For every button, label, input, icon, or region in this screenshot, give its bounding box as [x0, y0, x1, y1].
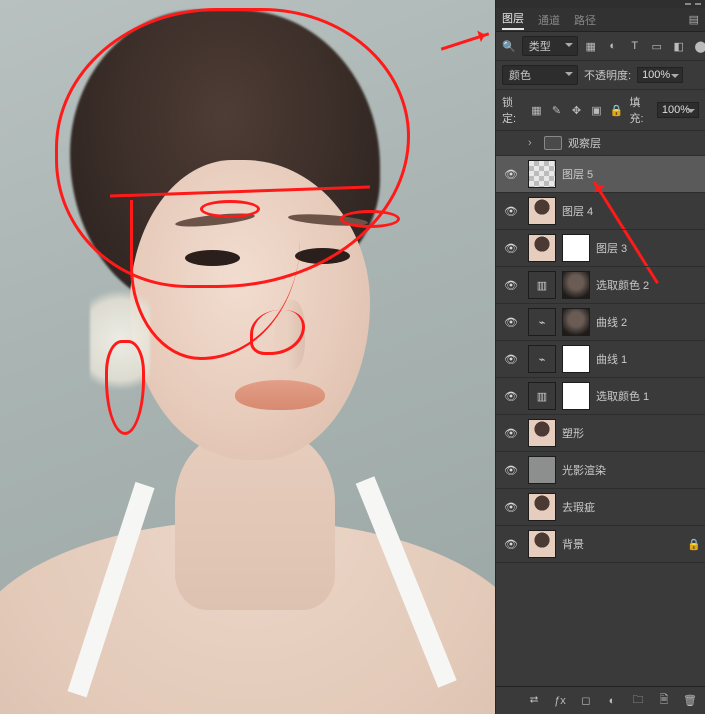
delete-layer-icon[interactable]: 🗑: [683, 694, 697, 707]
annotation-stroke: [105, 340, 145, 435]
visibility-toggle[interactable]: 👁: [500, 168, 522, 181]
filter-type-select[interactable]: 类型: [522, 36, 578, 56]
layer-thumbnail: [528, 456, 556, 484]
visibility-toggle[interactable]: 👁: [500, 205, 522, 218]
selective-color-icon: ▥: [528, 271, 556, 299]
layer-curves-2[interactable]: 👁 ⌁ 曲线 2: [496, 304, 705, 341]
curves-icon: ⌁: [528, 308, 556, 336]
lock-fill-row: 锁定: ▦ ✎ ✥ ▣ 🔒 填充: 100%: [496, 90, 705, 131]
layer-thumbnail: [528, 493, 556, 521]
visibility-toggle[interactable]: 👁: [500, 390, 522, 403]
layer-mask-thumbnail: [562, 271, 590, 299]
layers-panel: 图层 通道 路径 ▤ 🔍 类型 ▦ ◐ T ▭ ◧ ⬤ 颜色 不透明度: 100…: [495, 0, 705, 714]
layer-mask-thumbnail: [562, 382, 590, 410]
visibility-toggle[interactable]: 👁: [500, 242, 522, 255]
opacity-field[interactable]: 100%: [637, 67, 683, 83]
lock-position-icon[interactable]: ✎: [549, 104, 563, 117]
layer-lightshadow[interactable]: 👁 光影渲染: [496, 452, 705, 489]
filter-adjust-icon[interactable]: ◐: [606, 40, 620, 53]
filter-pixel-icon[interactable]: ▦: [584, 40, 598, 53]
layer-mask-thumbnail: [562, 234, 590, 262]
visibility-toggle[interactable]: 👁: [500, 538, 522, 551]
layer-blemish[interactable]: 👁 去瑕疵: [496, 489, 705, 526]
tab-paths[interactable]: 路径: [574, 12, 596, 28]
layer-thumbnail: [528, 530, 556, 558]
layer-thumbnail: [528, 160, 556, 188]
layer-selective-color-1[interactable]: 👁 ▥ 选取颜色 1: [496, 378, 705, 415]
visibility-toggle[interactable]: 👁: [500, 279, 522, 292]
visibility-toggle[interactable]: 👁: [500, 501, 522, 514]
lock-label: 锁定:: [502, 94, 523, 126]
layer-name[interactable]: 图层 4: [562, 203, 701, 219]
disclose-icon[interactable]: ›: [528, 137, 538, 149]
lock-move-icon[interactable]: ✥: [569, 104, 583, 117]
layer-name[interactable]: 塑形: [562, 425, 701, 441]
curves-icon: ⌁: [528, 345, 556, 373]
blend-opacity-row: 颜色 不透明度: 100%: [496, 61, 705, 90]
layer-item-3[interactable]: 👁 图层 3: [496, 230, 705, 267]
lock-icon: 🔒: [687, 538, 701, 551]
filter-shape-icon[interactable]: ▭: [650, 40, 664, 53]
annotation-arrow: [441, 32, 489, 50]
layer-name[interactable]: 选取颜色 2: [596, 277, 701, 293]
panel-menu-icon[interactable]: ▤: [689, 13, 699, 26]
layer-name[interactable]: 曲线 1: [596, 351, 701, 367]
visibility-toggle[interactable]: 👁: [500, 464, 522, 477]
layer-mask-thumbnail: [562, 308, 590, 336]
layer-filter-row: 🔍 类型 ▦ ◐ T ▭ ◧ ⬤: [496, 32, 705, 61]
fill-label: 填充:: [629, 94, 650, 126]
layer-thumbnail: [528, 234, 556, 262]
search-icon: 🔍: [502, 40, 516, 53]
fill-field[interactable]: 100%: [657, 102, 699, 118]
layer-background[interactable]: 👁 背景 🔒: [496, 526, 705, 563]
panel-tabs: 图层 通道 路径 ▤: [496, 8, 705, 32]
layer-name[interactable]: 图层 5: [562, 166, 701, 182]
add-mask-icon[interactable]: ◻: [579, 694, 593, 707]
layer-name[interactable]: 图层 3: [596, 240, 701, 256]
visibility-toggle[interactable]: 👁: [500, 137, 522, 150]
link-layers-icon[interactable]: ⮂: [527, 694, 541, 707]
layer-curves-1[interactable]: 👁 ⌁ 曲线 1: [496, 341, 705, 378]
layer-selective-color-2[interactable]: 👁 ▥ 选取颜色 2: [496, 267, 705, 304]
fx-icon[interactable]: ƒx: [553, 695, 567, 707]
layer-name[interactable]: 选取颜色 1: [596, 388, 701, 404]
folder-icon: [544, 136, 562, 150]
selective-color-icon: ▥: [528, 382, 556, 410]
layer-thumbnail: [528, 197, 556, 225]
tab-layers[interactable]: 图层: [502, 10, 524, 30]
document-canvas[interactable]: [0, 0, 495, 714]
portrait-lips: [235, 380, 325, 410]
new-layer-icon[interactable]: 🗎: [657, 691, 671, 710]
filter-smart-icon[interactable]: ◧: [672, 40, 686, 53]
layer-group[interactable]: 👁 › 观察层: [496, 131, 705, 156]
blend-mode-select[interactable]: 颜色: [502, 65, 578, 85]
layer-item-4[interactable]: 👁 图层 4: [496, 193, 705, 230]
lock-pixels-icon[interactable]: ▦: [529, 104, 543, 117]
visibility-toggle[interactable]: 👁: [500, 316, 522, 329]
new-adjustment-icon[interactable]: ◐: [605, 695, 619, 707]
new-group-icon[interactable]: 🗀: [631, 691, 645, 710]
layer-name[interactable]: 曲线 2: [596, 314, 701, 330]
tab-channels[interactable]: 通道: [538, 12, 560, 28]
layer-name[interactable]: 背景: [562, 536, 681, 552]
layer-list[interactable]: 👁 › 观察层 👁 图层 5 👁 图层 4 👁 图层 3 👁 ▥ 选取颜: [496, 131, 705, 686]
opacity-label: 不透明度:: [584, 67, 631, 83]
layer-liquify[interactable]: 👁 塑形: [496, 415, 705, 452]
layer-name[interactable]: 去瑕疵: [562, 499, 701, 515]
layer-thumbnail: [528, 419, 556, 447]
lock-all-icon[interactable]: 🔒: [609, 104, 623, 117]
layers-panel-footer: ⮂ ƒx ◻ ◐ 🗀 🗎 🗑: [496, 686, 705, 714]
annotation-stroke: [340, 210, 400, 228]
lock-artboard-icon[interactable]: ▣: [589, 104, 603, 117]
filter-type-icon[interactable]: T: [628, 40, 642, 53]
layer-item-5[interactable]: 👁 图层 5: [496, 156, 705, 193]
layer-mask-thumbnail: [562, 345, 590, 373]
visibility-toggle[interactable]: 👁: [500, 353, 522, 366]
layer-name[interactable]: 观察层: [568, 135, 701, 151]
layer-name[interactable]: 光影渲染: [562, 462, 701, 478]
filter-toggle-icon[interactable]: ⬤: [694, 40, 705, 53]
visibility-toggle[interactable]: 👁: [500, 427, 522, 440]
panel-controls: [496, 0, 705, 8]
